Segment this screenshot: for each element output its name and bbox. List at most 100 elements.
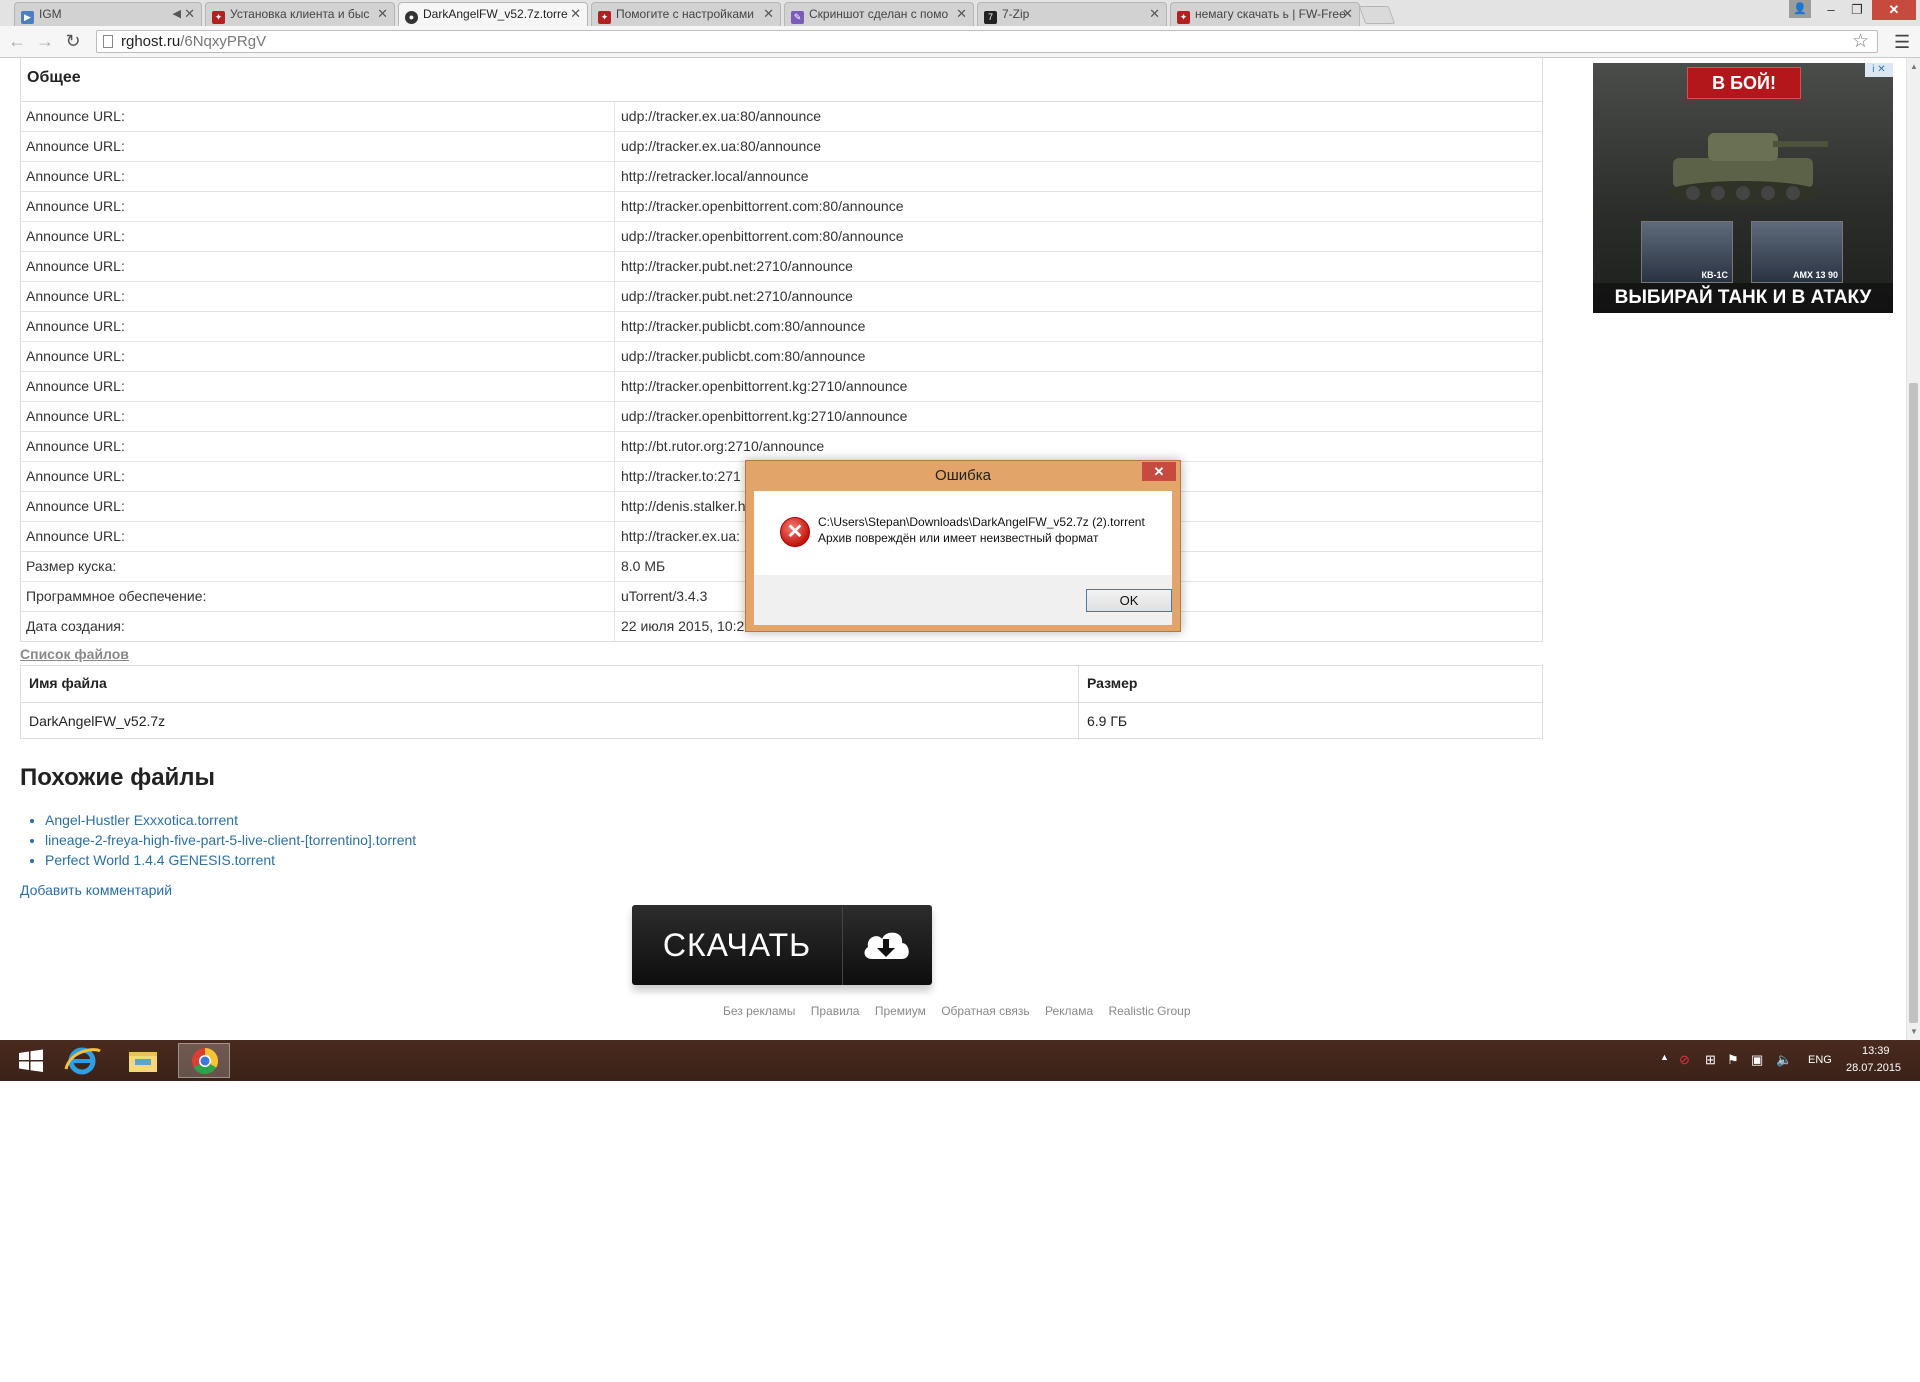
info-value: http://denis.stalker.h bbox=[621, 498, 746, 514]
tab-igm[interactable]: ▶ IGM ◀ ✕ bbox=[14, 2, 202, 26]
footer-link[interactable]: Без рекламы bbox=[723, 1004, 795, 1018]
new-tab-button[interactable] bbox=[1358, 6, 1396, 24]
list-item: Perfect World 1.4.4 GENESIS.torrent bbox=[45, 850, 416, 870]
info-value: http://retracker.local/announce bbox=[621, 168, 809, 184]
tab-7zip[interactable]: 7 7-Zip ✕ bbox=[977, 2, 1167, 26]
taskbar: ▲ ⊘ ⊞ ⚑ ▣ 🔈 ENG 13:39 28.07.2015 bbox=[0, 1040, 1920, 1081]
info-key: Программное обеспечение: bbox=[21, 582, 615, 611]
file-size: 6.9 ГБ bbox=[1087, 713, 1128, 729]
ad-close-icon[interactable]: i ✕ bbox=[1865, 63, 1893, 77]
tank-game-ad[interactable]: В БОЙ! КВ-1С AMX 13 90 ВЫБИРАЙ ТАНК И В … bbox=[1593, 63, 1893, 313]
language-indicator[interactable]: ENG bbox=[1808, 1054, 1832, 1066]
table-header: Имя файла Размер bbox=[21, 666, 1542, 703]
dialog-button-bar: OK bbox=[754, 575, 1172, 625]
tank-card: КВ-1С bbox=[1641, 221, 1733, 283]
window-close-icon[interactable]: ✕ bbox=[1872, 0, 1916, 20]
speaker-icon[interactable]: ◀ bbox=[173, 3, 181, 25]
restore-icon[interactable]: ❐ bbox=[1844, 0, 1870, 20]
dialog-close-icon[interactable]: ✕ bbox=[1142, 462, 1176, 481]
close-tab-icon[interactable]: ✕ bbox=[763, 3, 774, 25]
column-header-name: Имя файла bbox=[21, 666, 1079, 702]
volume-icon[interactable]: 🔈 bbox=[1776, 1052, 1792, 1068]
footer-link[interactable]: Реклама bbox=[1045, 1004, 1093, 1018]
tab-fw-install[interactable]: ✦ Установка клиента и быс ✕ bbox=[205, 2, 395, 26]
list-item: Angel-Hustler Exxxotica.torrent bbox=[45, 810, 416, 830]
info-value: http://tracker.publicbt.com:80/announce bbox=[621, 318, 866, 334]
close-tab-icon[interactable]: ✕ bbox=[1149, 3, 1160, 25]
table-row: Announce URL: http://tracker.publicbt.com… bbox=[21, 312, 1542, 342]
info-key: Announce URL: bbox=[21, 342, 615, 371]
clock-date[interactable]: 28.07.2015 bbox=[1846, 1062, 1901, 1074]
info-value: http://tracker.ex.ua: bbox=[621, 528, 741, 544]
footer-link[interactable]: Realistic Group bbox=[1108, 1004, 1190, 1018]
tab-strip: ▶ IGM ◀ ✕ ✦ Установка клиента и быс ✕ ● Dar… bbox=[0, 0, 1920, 26]
file-list-title[interactable]: Список файлов bbox=[20, 646, 129, 662]
info-key: Announce URL: bbox=[21, 462, 615, 491]
column-header-size: Размер bbox=[1087, 675, 1138, 691]
reload-icon[interactable]: ↻ bbox=[62, 31, 84, 53]
file-explorer-icon[interactable] bbox=[117, 1043, 169, 1078]
ad-tagline: ВЫБИРАЙ ТАНК И В АТАКУ bbox=[1593, 283, 1893, 313]
similar-file-link[interactable]: Perfect World 1.4.4 GENESIS.torrent bbox=[45, 852, 275, 868]
play-icon: ▶ bbox=[21, 11, 34, 24]
minimize-icon[interactable]: – bbox=[1818, 0, 1844, 20]
back-icon[interactable]: ← bbox=[6, 31, 28, 53]
close-tab-icon[interactable]: ✕ bbox=[377, 3, 388, 25]
fw-icon: ✦ bbox=[598, 11, 611, 24]
table-row: Announce URL: udp://tracker.openbittorren… bbox=[21, 402, 1542, 432]
network-icon[interactable]: ▣ bbox=[1751, 1052, 1763, 1068]
info-value: udp://tracker.openbittorrent.com:80/anno… bbox=[621, 228, 904, 244]
tab-rghost[interactable]: ● DarkAngelFW_v52.7z.torre ✕ bbox=[398, 2, 588, 26]
file-name: DarkAngelFW_v52.7z bbox=[21, 703, 1079, 740]
tray-arrow-icon[interactable]: ▲ bbox=[1660, 1052, 1669, 1062]
close-tab-icon[interactable]: ✕ bbox=[184, 3, 195, 25]
close-tab-icon[interactable]: ✕ bbox=[956, 3, 967, 25]
scroll-up-icon[interactable]: ▲ bbox=[1910, 62, 1918, 71]
close-tab-icon[interactable]: ✕ bbox=[1342, 3, 1353, 25]
footer-link[interactable]: Правила bbox=[811, 1004, 860, 1018]
menu-icon[interactable]: ☰ bbox=[1894, 32, 1910, 53]
windows-tray-icon[interactable]: ⊞ bbox=[1705, 1052, 1716, 1068]
windows-start-icon[interactable] bbox=[5, 1043, 57, 1078]
scroll-thumb[interactable] bbox=[1909, 383, 1918, 1023]
similar-file-link[interactable]: lineage-2-freya-high-five-part-5-live-cl… bbox=[45, 832, 416, 848]
info-value: udp://tracker.ex.ua:80/announce bbox=[621, 138, 822, 154]
forward-icon[interactable]: → bbox=[34, 31, 56, 53]
scroll-down-icon[interactable]: ▼ bbox=[1910, 1027, 1918, 1036]
table-row: Announce URL: http://tracker.openbittorre… bbox=[21, 372, 1542, 402]
tab-screenshot[interactable]: ✎ Скриншот сделан с помо ✕ bbox=[784, 2, 974, 26]
clock-time[interactable]: 13:39 bbox=[1862, 1045, 1890, 1057]
antivirus-icon[interactable]: ⊘ bbox=[1679, 1052, 1690, 1068]
info-key: Announce URL: bbox=[21, 282, 615, 311]
error-icon: ✕ bbox=[780, 517, 810, 547]
chrome-taskbar-button[interactable] bbox=[178, 1043, 230, 1078]
table-row: Announce URL: http://retracker.local/anno… bbox=[21, 162, 1542, 192]
chrome-icon bbox=[192, 1047, 219, 1075]
scrollbar[interactable]: ▲ ▼ bbox=[1906, 58, 1920, 1040]
tab-fw-help[interactable]: ✦ Помогите с настройками ✕ bbox=[591, 2, 781, 26]
action-center-icon[interactable]: ⚑ bbox=[1727, 1052, 1739, 1068]
internet-explorer-icon[interactable] bbox=[56, 1043, 108, 1078]
table-row: Announce URL: http://tracker.openbittorre… bbox=[21, 192, 1542, 222]
table-row: Announce URL: udp://tracker.ex.ua:80/anno… bbox=[21, 132, 1542, 162]
similar-file-link[interactable]: Angel-Hustler Exxxotica.torrent bbox=[45, 812, 238, 828]
info-value: http://bt.rutor.org:2710/announce bbox=[621, 438, 825, 454]
ok-button[interactable]: OK bbox=[1086, 589, 1172, 612]
download-button[interactable]: СКАЧАТЬ bbox=[632, 905, 932, 985]
info-value: uTorrent/3.4.3 bbox=[621, 588, 708, 604]
info-key: Дата создания: bbox=[21, 612, 615, 641]
bookmark-star-icon[interactable]: ☆ bbox=[1852, 30, 1869, 53]
similar-files-list: Angel-Hustler Exxxotica.torrent lineage-… bbox=[27, 810, 416, 870]
info-key: Announce URL: bbox=[21, 312, 615, 341]
footer-link[interactable]: Обратная связь bbox=[941, 1004, 1029, 1018]
add-comment-link[interactable]: Добавить комментарий bbox=[20, 882, 172, 898]
user-icon[interactable]: 👤 bbox=[1789, 0, 1811, 18]
tab-fw-download[interactable]: ✦ немагу скачать ь | FW-Free ✕ bbox=[1170, 2, 1360, 26]
info-key: Announce URL: bbox=[21, 522, 615, 551]
table-row: Announce URL: udp://tracker.publicbt.com:… bbox=[21, 342, 1542, 372]
download-label: СКАЧАТЬ bbox=[632, 905, 843, 985]
address-bar[interactable]: rghost.ru/6NqxyPRgV ☆ bbox=[96, 30, 1878, 53]
footer-link[interactable]: Премиум bbox=[875, 1004, 926, 1018]
close-tab-icon[interactable]: ✕ bbox=[570, 3, 581, 25]
section-title: Общее bbox=[21, 58, 1542, 102]
